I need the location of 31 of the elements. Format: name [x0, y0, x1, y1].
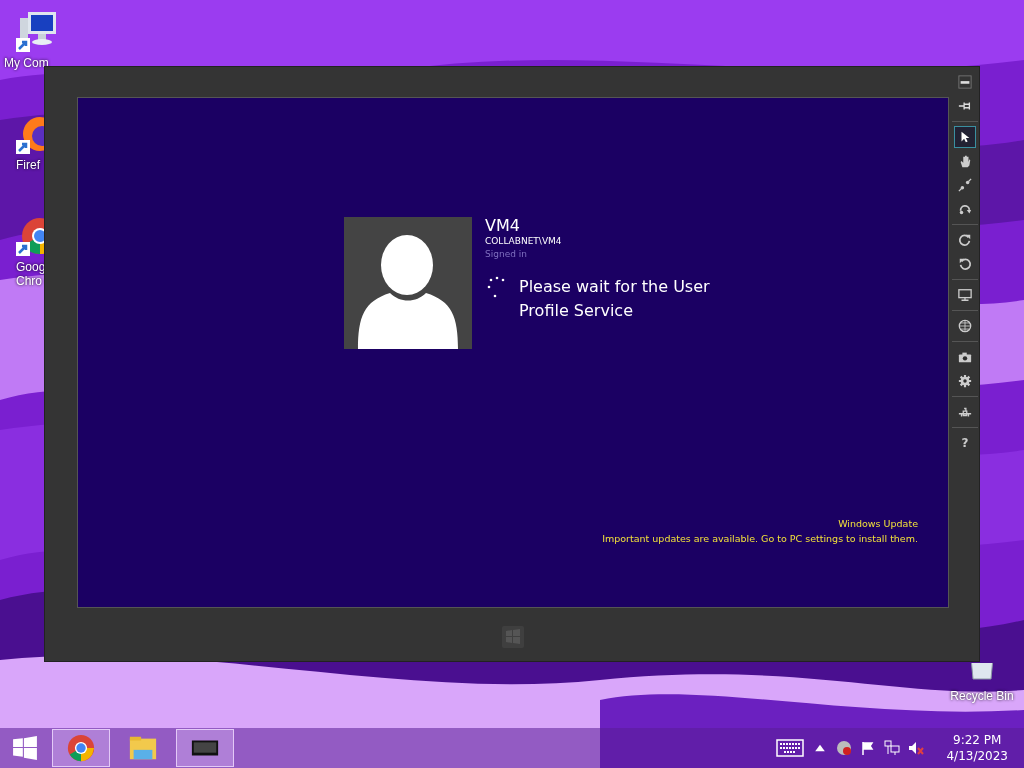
- sign-in-status: Signed in: [485, 248, 528, 261]
- globe-icon: [958, 319, 972, 333]
- chrome-taskbar-button[interactable]: [52, 729, 110, 767]
- swipe-icon: [958, 202, 972, 216]
- camera-icon: [958, 350, 972, 364]
- user-name: VM4: [485, 217, 521, 235]
- alert-icon[interactable]: [836, 740, 853, 756]
- rotate-left-icon: [958, 257, 972, 271]
- pinch-icon: [958, 178, 972, 192]
- desktop-icon-label[interactable]: My Com: [4, 56, 49, 70]
- speaker-muted-icon[interactable]: [908, 740, 925, 756]
- monitor-icon: [958, 288, 972, 302]
- clock[interactable]: 9:22 PM 4/13/2023: [946, 732, 1008, 764]
- rotate-right-icon: [958, 233, 972, 247]
- help-button[interactable]: ?: [954, 432, 976, 454]
- network-icon[interactable]: [884, 740, 901, 756]
- start-button[interactable]: [12, 735, 38, 761]
- gear-icon: [958, 374, 972, 388]
- minimize-icon: [958, 75, 972, 89]
- monitor-taskbar-button[interactable]: [176, 729, 234, 767]
- keyboard-icon[interactable]: [776, 739, 805, 757]
- user-avatar-icon: [344, 217, 472, 349]
- notification-title[interactable]: Windows Update: [838, 516, 918, 531]
- desktop-icon-label[interactable]: Firef: [16, 158, 40, 172]
- network-icon: [958, 405, 972, 419]
- pointer-button[interactable]: [954, 126, 976, 148]
- account-name: COLLABNET\VM4: [485, 235, 563, 248]
- hand-icon: [958, 154, 972, 168]
- chrome-icon: [66, 733, 96, 763]
- notification-text[interactable]: Important updates are available. Go to PC settings to install them.: [602, 531, 918, 546]
- wait-message: Please wait for the User Profile Service: [519, 276, 710, 322]
